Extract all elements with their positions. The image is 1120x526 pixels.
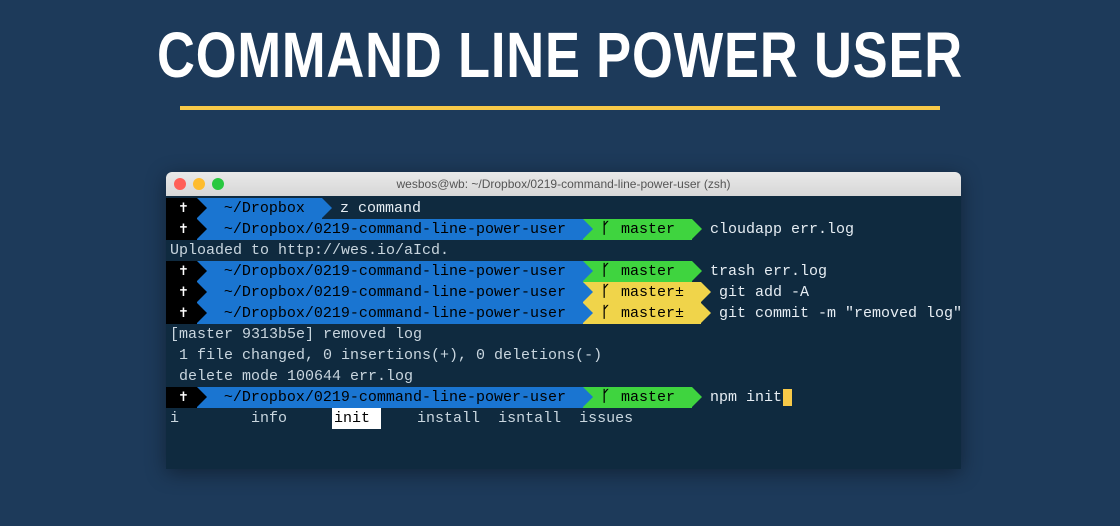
prompt-branch-segment: ᚴ master (583, 387, 692, 408)
prompt-status-segment: ✝ (166, 303, 197, 324)
prompt-status-segment: ✝ (166, 198, 197, 219)
tab-completions: i info init install isntall issues (166, 408, 961, 429)
prompt-status-segment: ✝ (166, 282, 197, 303)
terminal-prompt-line: ✝ ~/Dropbox/0219-command-line-power-user… (166, 303, 961, 324)
window-title: wesbos@wb: ~/Dropbox/0219-command-line-p… (166, 177, 961, 191)
terminal-command: git add -A (701, 282, 809, 303)
prompt-path-segment: ~/Dropbox/0219-command-line-power-user (197, 303, 583, 324)
prompt-branch-segment: ᚴ master (583, 219, 692, 240)
terminal-command: npm init (692, 387, 792, 408)
terminal-command: trash err.log (692, 261, 827, 282)
prompt-branch-segment: ᚴ master (583, 261, 692, 282)
prompt-path-segment: ~/Dropbox/0219-command-line-power-user (197, 261, 583, 282)
terminal-window: wesbos@wb: ~/Dropbox/0219-command-line-p… (166, 172, 961, 469)
prompt-path-segment: ~/Dropbox/0219-command-line-power-user (197, 387, 583, 408)
prompt-status-segment: ✝ (166, 219, 197, 240)
title-underline (180, 106, 940, 110)
terminal-command: z command (322, 198, 421, 219)
terminal-command: cloudapp err.log (692, 219, 854, 240)
terminal-prompt-line: ✝ ~/Dropbox/0219-command-line-power-user… (166, 387, 961, 408)
prompt-path-segment: ~/Dropbox (197, 198, 322, 219)
prompt-branch-segment: ᚴ master± (583, 303, 701, 324)
completion-selected: init (332, 408, 381, 429)
prompt-branch-segment: ᚴ master± (583, 282, 701, 303)
prompt-path-segment: ~/Dropbox/0219-command-line-power-user (197, 219, 583, 240)
prompt-path-segment: ~/Dropbox/0219-command-line-power-user (197, 282, 583, 303)
terminal-output-line: [master 9313b5e] removed log (166, 324, 961, 345)
terminal-command: git commit -m "removed log" (701, 303, 962, 324)
terminal-body[interactable]: ✝ ~/Dropbox z command✝ ~/Dropbox/0219-co… (166, 196, 961, 429)
page-title: COMMAND LINE POWER USER (101, 18, 1019, 92)
terminal-output-line: delete mode 100644 err.log (166, 366, 961, 387)
prompt-status-segment: ✝ (166, 387, 197, 408)
terminal-prompt-line: ✝ ~/Dropbox z command (166, 198, 961, 219)
prompt-status-segment: ✝ (166, 261, 197, 282)
terminal-output-line: Uploaded to http://wes.io/aIcd. (166, 240, 961, 261)
terminal-prompt-line: ✝ ~/Dropbox/0219-command-line-power-user… (166, 219, 961, 240)
terminal-output-line: 1 file changed, 0 insertions(+), 0 delet… (166, 345, 961, 366)
terminal-prompt-line: ✝ ~/Dropbox/0219-command-line-power-user… (166, 282, 961, 303)
window-titlebar[interactable]: wesbos@wb: ~/Dropbox/0219-command-line-p… (166, 172, 961, 196)
terminal-cursor (783, 389, 792, 406)
terminal-prompt-line: ✝ ~/Dropbox/0219-command-line-power-user… (166, 261, 961, 282)
